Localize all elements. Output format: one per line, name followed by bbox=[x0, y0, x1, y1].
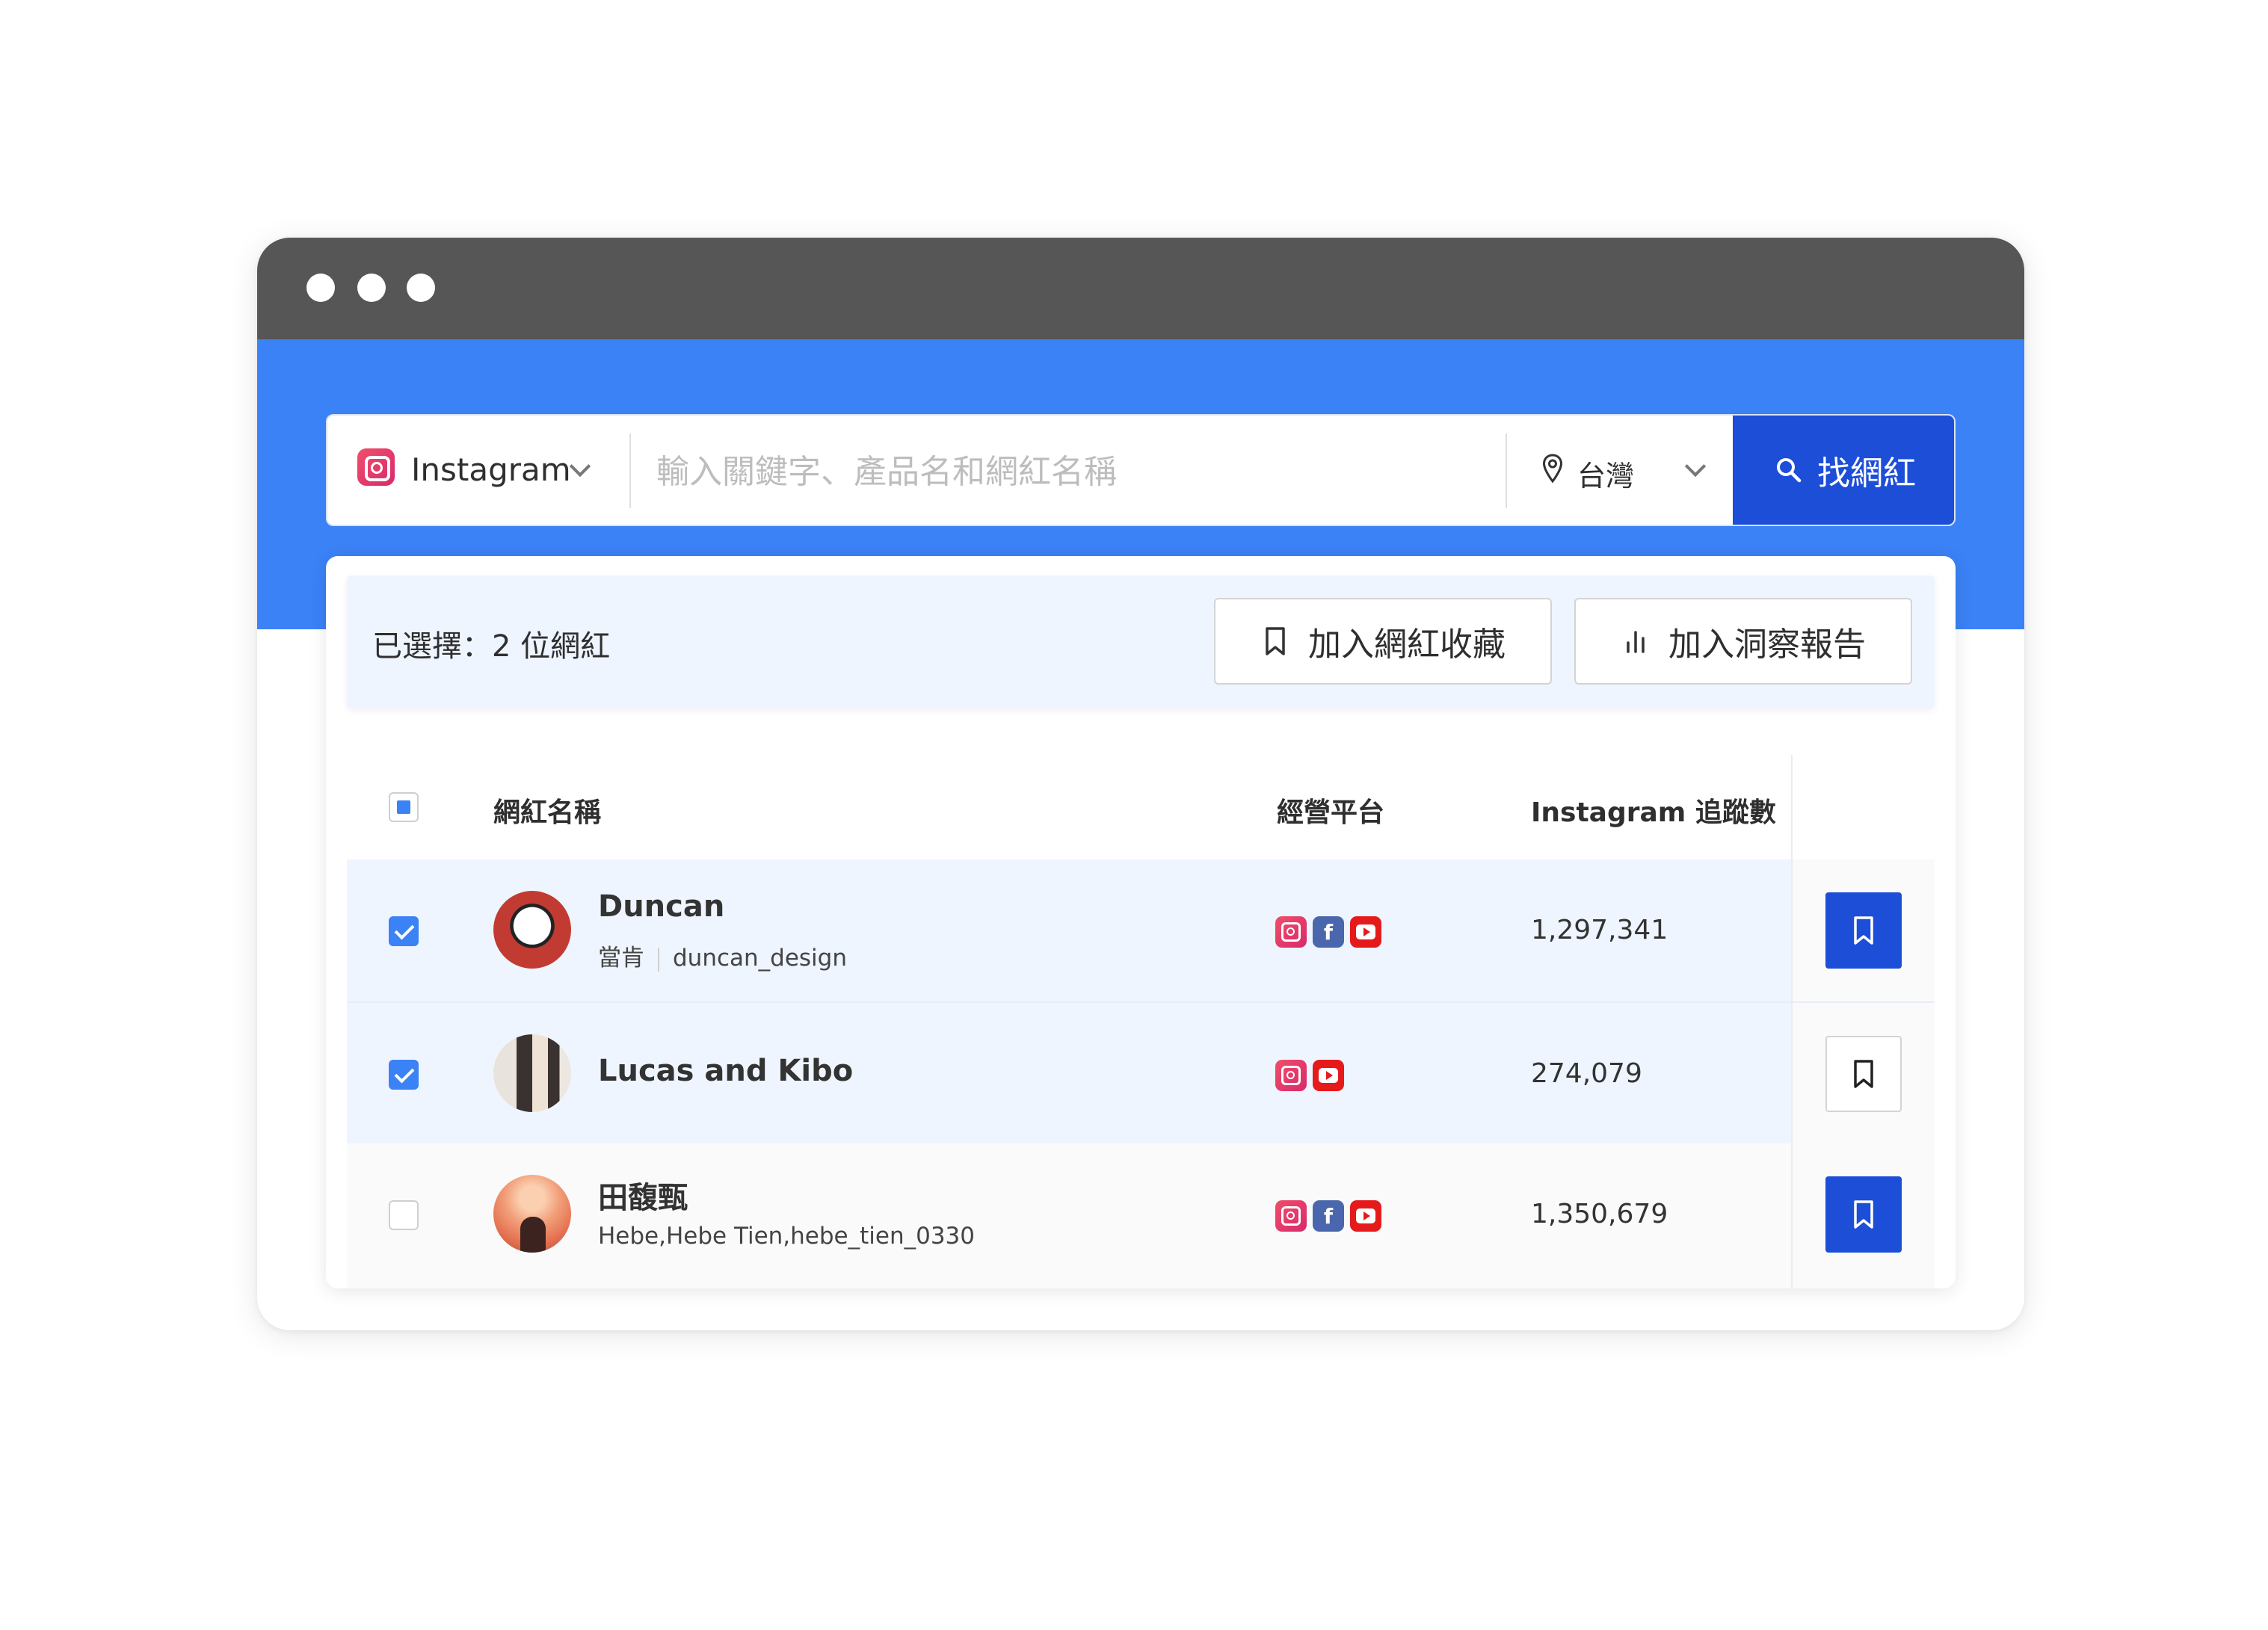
bookmark-button[interactable] bbox=[1825, 1176, 1902, 1253]
follower-count: 274,079 bbox=[1531, 1058, 1642, 1089]
location-dropdown-label: 台灣 bbox=[1577, 460, 1635, 493]
bookmark-icon bbox=[1854, 1060, 1873, 1088]
bookmark-icon bbox=[1854, 916, 1873, 945]
avatar[interactable] bbox=[493, 1034, 571, 1112]
avatar[interactable] bbox=[493, 1175, 571, 1253]
instagram-icon bbox=[1275, 916, 1307, 948]
facebook-icon: f bbox=[1313, 916, 1344, 948]
table-row[interactable]: Duncan 當肯 duncan_design f 1,297,341 bbox=[347, 859, 1935, 1001]
row-action-cell bbox=[1793, 1003, 1935, 1143]
window-dot-minimize[interactable] bbox=[357, 274, 386, 302]
instagram-icon bbox=[1275, 1200, 1307, 1232]
select-all-checkbox[interactable] bbox=[389, 792, 419, 822]
row-action-cell bbox=[1793, 859, 1935, 1001]
bar-chart-icon bbox=[1627, 631, 1645, 653]
influencer-alias: 當肯 bbox=[598, 945, 644, 972]
row-checkbox[interactable] bbox=[389, 916, 419, 946]
platform-dropdown[interactable]: Instagram bbox=[327, 416, 628, 525]
selected-count: 已選擇：2 位網紅 bbox=[372, 629, 611, 664]
platform-icons bbox=[1275, 1060, 1344, 1091]
youtube-icon bbox=[1350, 1200, 1381, 1232]
add-to-favorites-label: 加入網紅收藏 bbox=[1308, 626, 1506, 664]
youtube-icon bbox=[1313, 1060, 1344, 1091]
results-card: 已選擇：2 位網紅 加入網紅收藏 加入洞察報告 網紅名稱 經營平台 Instag… bbox=[326, 556, 1956, 1288]
platform-icons: f bbox=[1275, 916, 1381, 948]
column-header-followers[interactable]: Instagram 追蹤數 bbox=[1531, 791, 1776, 830]
platform-dropdown-label: Instagram bbox=[411, 451, 571, 488]
browser-window: Instagram 台灣 找網紅 已選擇：2 位網紅 bbox=[257, 238, 2024, 1330]
table-header: 網紅名稱 經營平台 Instagram 追蹤數 bbox=[347, 755, 1935, 859]
window-dot-maximize[interactable] bbox=[407, 274, 435, 302]
table-row[interactable]: Lucas and Kibo 274,079 bbox=[347, 1001, 1935, 1143]
keyword-search-input[interactable] bbox=[656, 438, 1486, 505]
find-influencer-button[interactable]: 找網紅 bbox=[1733, 416, 1954, 525]
follower-count: 1,350,679 bbox=[1531, 1199, 1668, 1229]
window-titlebar bbox=[257, 238, 2024, 339]
location-dropdown[interactable]: 台灣 bbox=[1509, 416, 1740, 525]
chevron-down-icon bbox=[1684, 455, 1707, 478]
bookmark-button[interactable] bbox=[1825, 1036, 1902, 1112]
bookmark-icon bbox=[1854, 1200, 1873, 1229]
chevron-down-icon bbox=[569, 455, 591, 478]
avatar[interactable] bbox=[493, 891, 571, 969]
facebook-icon: f bbox=[1313, 1200, 1344, 1232]
influencer-name[interactable]: Duncan bbox=[598, 889, 724, 924]
add-to-report-button[interactable]: 加入洞察報告 bbox=[1574, 598, 1912, 685]
instagram-icon bbox=[357, 448, 395, 486]
column-header-platforms: 經營平台 bbox=[1277, 797, 1385, 828]
table-row[interactable]: 田馥甄 Hebe,Hebe Tien,hebe_tien_0330 f 1,35… bbox=[347, 1143, 1935, 1288]
find-influencer-button-label: 找網紅 bbox=[1817, 454, 1916, 493]
search-icon bbox=[1777, 458, 1802, 483]
search-divider bbox=[629, 433, 631, 508]
selection-toolbar: 已選擇：2 位網紅 加入網紅收藏 加入洞察報告 bbox=[347, 575, 1935, 709]
window-dot-close[interactable] bbox=[306, 274, 335, 302]
search-divider bbox=[1506, 433, 1507, 508]
influencer-subtitle: Hebe,Hebe Tien,hebe_tien_0330 bbox=[598, 1223, 975, 1250]
platform-icons: f bbox=[1275, 1200, 1381, 1232]
subtitle-divider bbox=[658, 947, 659, 972]
instagram-icon bbox=[1275, 1060, 1307, 1091]
add-to-report-label: 加入洞察報告 bbox=[1668, 626, 1866, 664]
row-action-cell bbox=[1793, 1143, 1935, 1288]
influencer-name[interactable]: 田馥甄 bbox=[598, 1173, 688, 1217]
map-pin-icon bbox=[1542, 454, 1563, 484]
column-header-name: 網紅名稱 bbox=[493, 797, 602, 828]
influencer-name[interactable]: Lucas and Kibo bbox=[598, 1054, 853, 1088]
row-checkbox[interactable] bbox=[389, 1200, 419, 1230]
bookmark-icon bbox=[1266, 627, 1285, 655]
follower-count: 1,297,341 bbox=[1531, 915, 1668, 945]
add-to-favorites-button[interactable]: 加入網紅收藏 bbox=[1214, 598, 1552, 685]
action-column-divider bbox=[1791, 755, 1793, 1288]
bookmark-button[interactable] bbox=[1825, 892, 1902, 969]
row-checkbox[interactable] bbox=[389, 1060, 419, 1090]
influencer-handle: duncan_design bbox=[673, 945, 847, 972]
search-bar: Instagram 台灣 找網紅 bbox=[326, 414, 1956, 526]
influencer-table: 網紅名稱 經營平台 Instagram 追蹤數 Duncan 當肯 duncan_… bbox=[347, 755, 1935, 1288]
youtube-icon bbox=[1350, 916, 1381, 948]
influencer-subtitle: 當肯 duncan_design bbox=[598, 939, 847, 972]
